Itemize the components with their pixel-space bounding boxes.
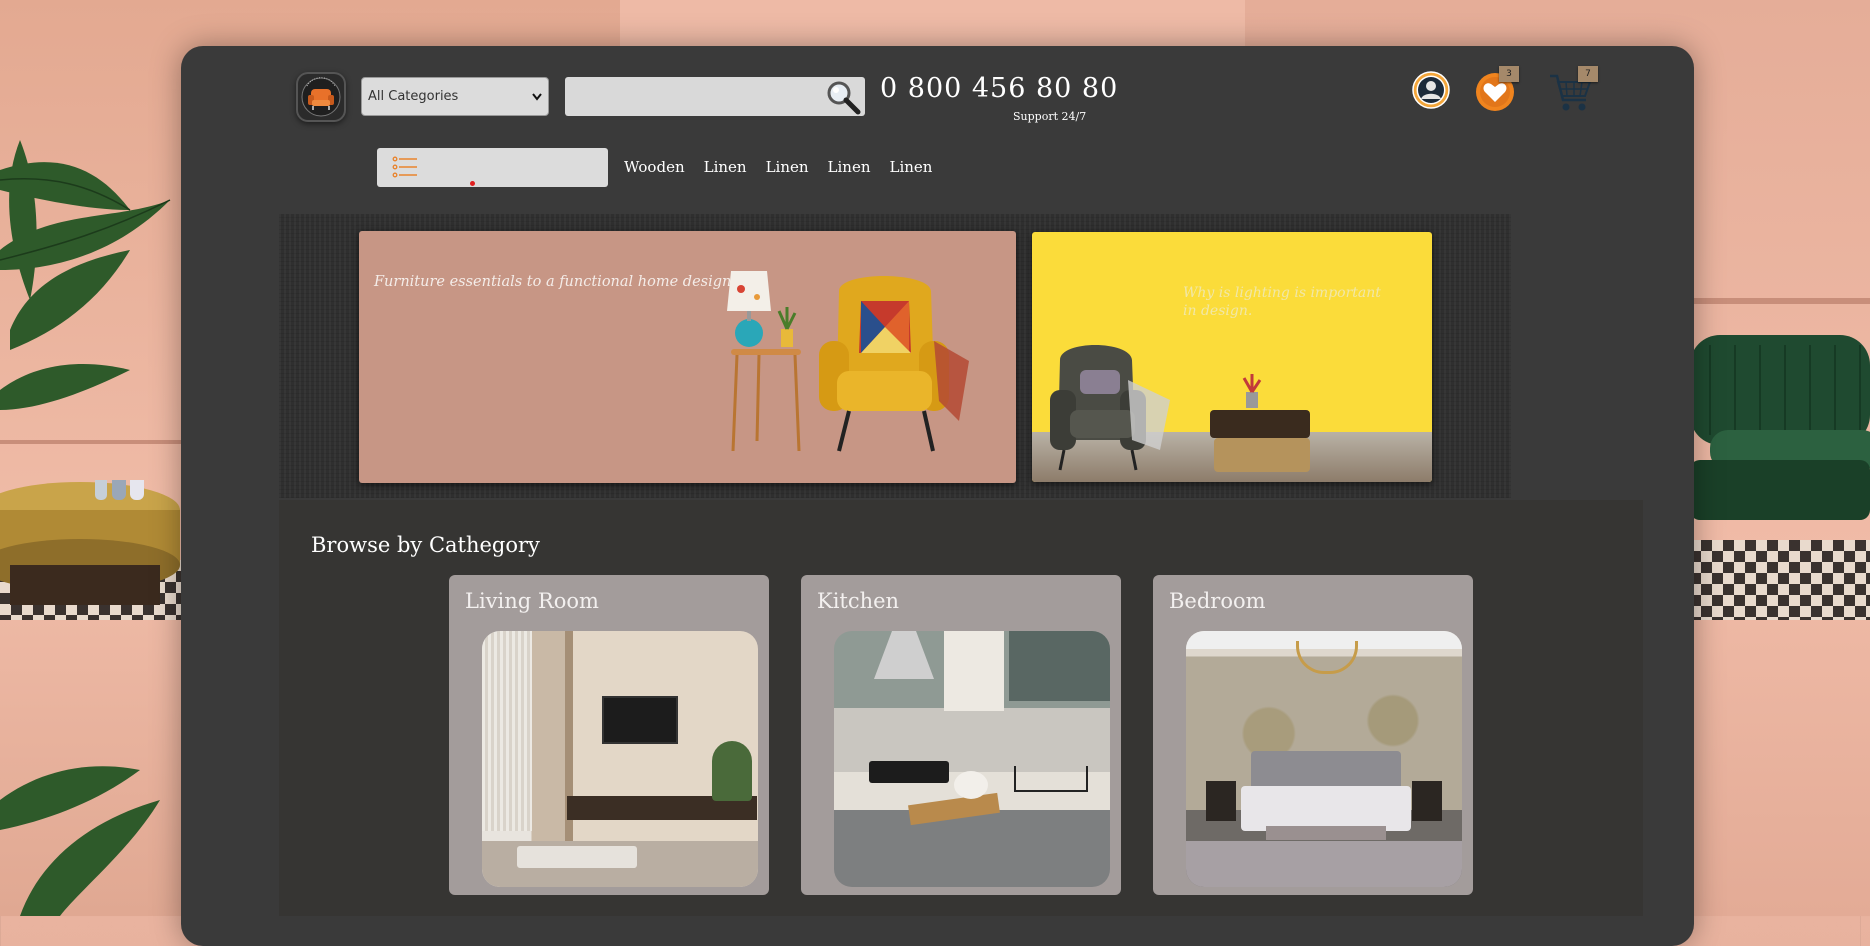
promo-banner-lighting[interactable]: Why is lighting is important in design.: [1032, 232, 1432, 482]
category-select[interactable]: All Categories: [361, 77, 549, 116]
category-card-title: Bedroom: [1169, 589, 1266, 613]
category-card-title: Living Room: [465, 589, 599, 613]
nav-link-wooden[interactable]: Wooden: [624, 158, 685, 176]
phone-number[interactable]: 0 800 456 80 80: [880, 73, 1118, 104]
kitchen-image: [834, 631, 1110, 887]
category-card-living-room[interactable]: Living Room: [449, 575, 769, 895]
chevron-down-icon: [532, 92, 542, 101]
category-card-kitchen[interactable]: Kitchen: [801, 575, 1121, 895]
list-menu-icon: [392, 156, 417, 178]
menu-indicator-dot: [470, 181, 475, 186]
category-select-value: All Categories: [368, 89, 459, 104]
living-room-image: [482, 631, 758, 887]
background-wall-rail: [1690, 298, 1870, 304]
cart-button[interactable]: 7: [1546, 66, 1602, 114]
bedroom-image: [1186, 631, 1462, 887]
search-bar: [565, 77, 865, 116]
store-logo[interactable]: [296, 72, 346, 122]
user-icon: [1412, 71, 1450, 109]
nav-link-linen[interactable]: Linen: [890, 158, 933, 176]
background-checker-floor: [1690, 540, 1870, 620]
nav-link-linen[interactable]: Linen: [766, 158, 809, 176]
grey-armchair-illustration: [1050, 345, 1310, 472]
category-card-title: Kitchen: [817, 589, 900, 613]
section-title: Browse by Cathegory: [311, 533, 540, 557]
support-label: Support 24/7: [1013, 110, 1087, 123]
banner-headline: Why is lighting is important in design.: [1183, 285, 1381, 319]
search-button[interactable]: [823, 78, 863, 116]
armchair-lamp-illustration: [727, 271, 969, 452]
promo-banner-armchair[interactable]: Furniture essentials to a functional hom…: [359, 231, 1016, 483]
account-button[interactable]: [1411, 70, 1451, 110]
banner-headline: Furniture essentials to a functional hom…: [374, 274, 732, 290]
nav-link-linen[interactable]: Linen: [828, 158, 871, 176]
background-plant: [0, 766, 160, 916]
nav-link-linen[interactable]: Linen: [704, 158, 747, 176]
armchair-logo-icon: [301, 77, 341, 117]
wishlist-button[interactable]: 3: [1473, 66, 1521, 114]
category-card-bedroom[interactable]: Bedroom: [1153, 575, 1473, 895]
background-plant: [0, 140, 171, 410]
main-nav: Wooden Linen Linen Linen Linen: [624, 158, 951, 176]
cart-count-badge: 7: [1578, 66, 1598, 82]
magnifier-icon: [827, 81, 861, 115]
background-gold-table: [0, 480, 180, 605]
wishlist-count-badge: 3: [1499, 66, 1519, 82]
background-green-sofa: [1690, 335, 1870, 520]
search-input[interactable]: [565, 77, 831, 116]
categories-menu-button[interactable]: [377, 148, 608, 187]
